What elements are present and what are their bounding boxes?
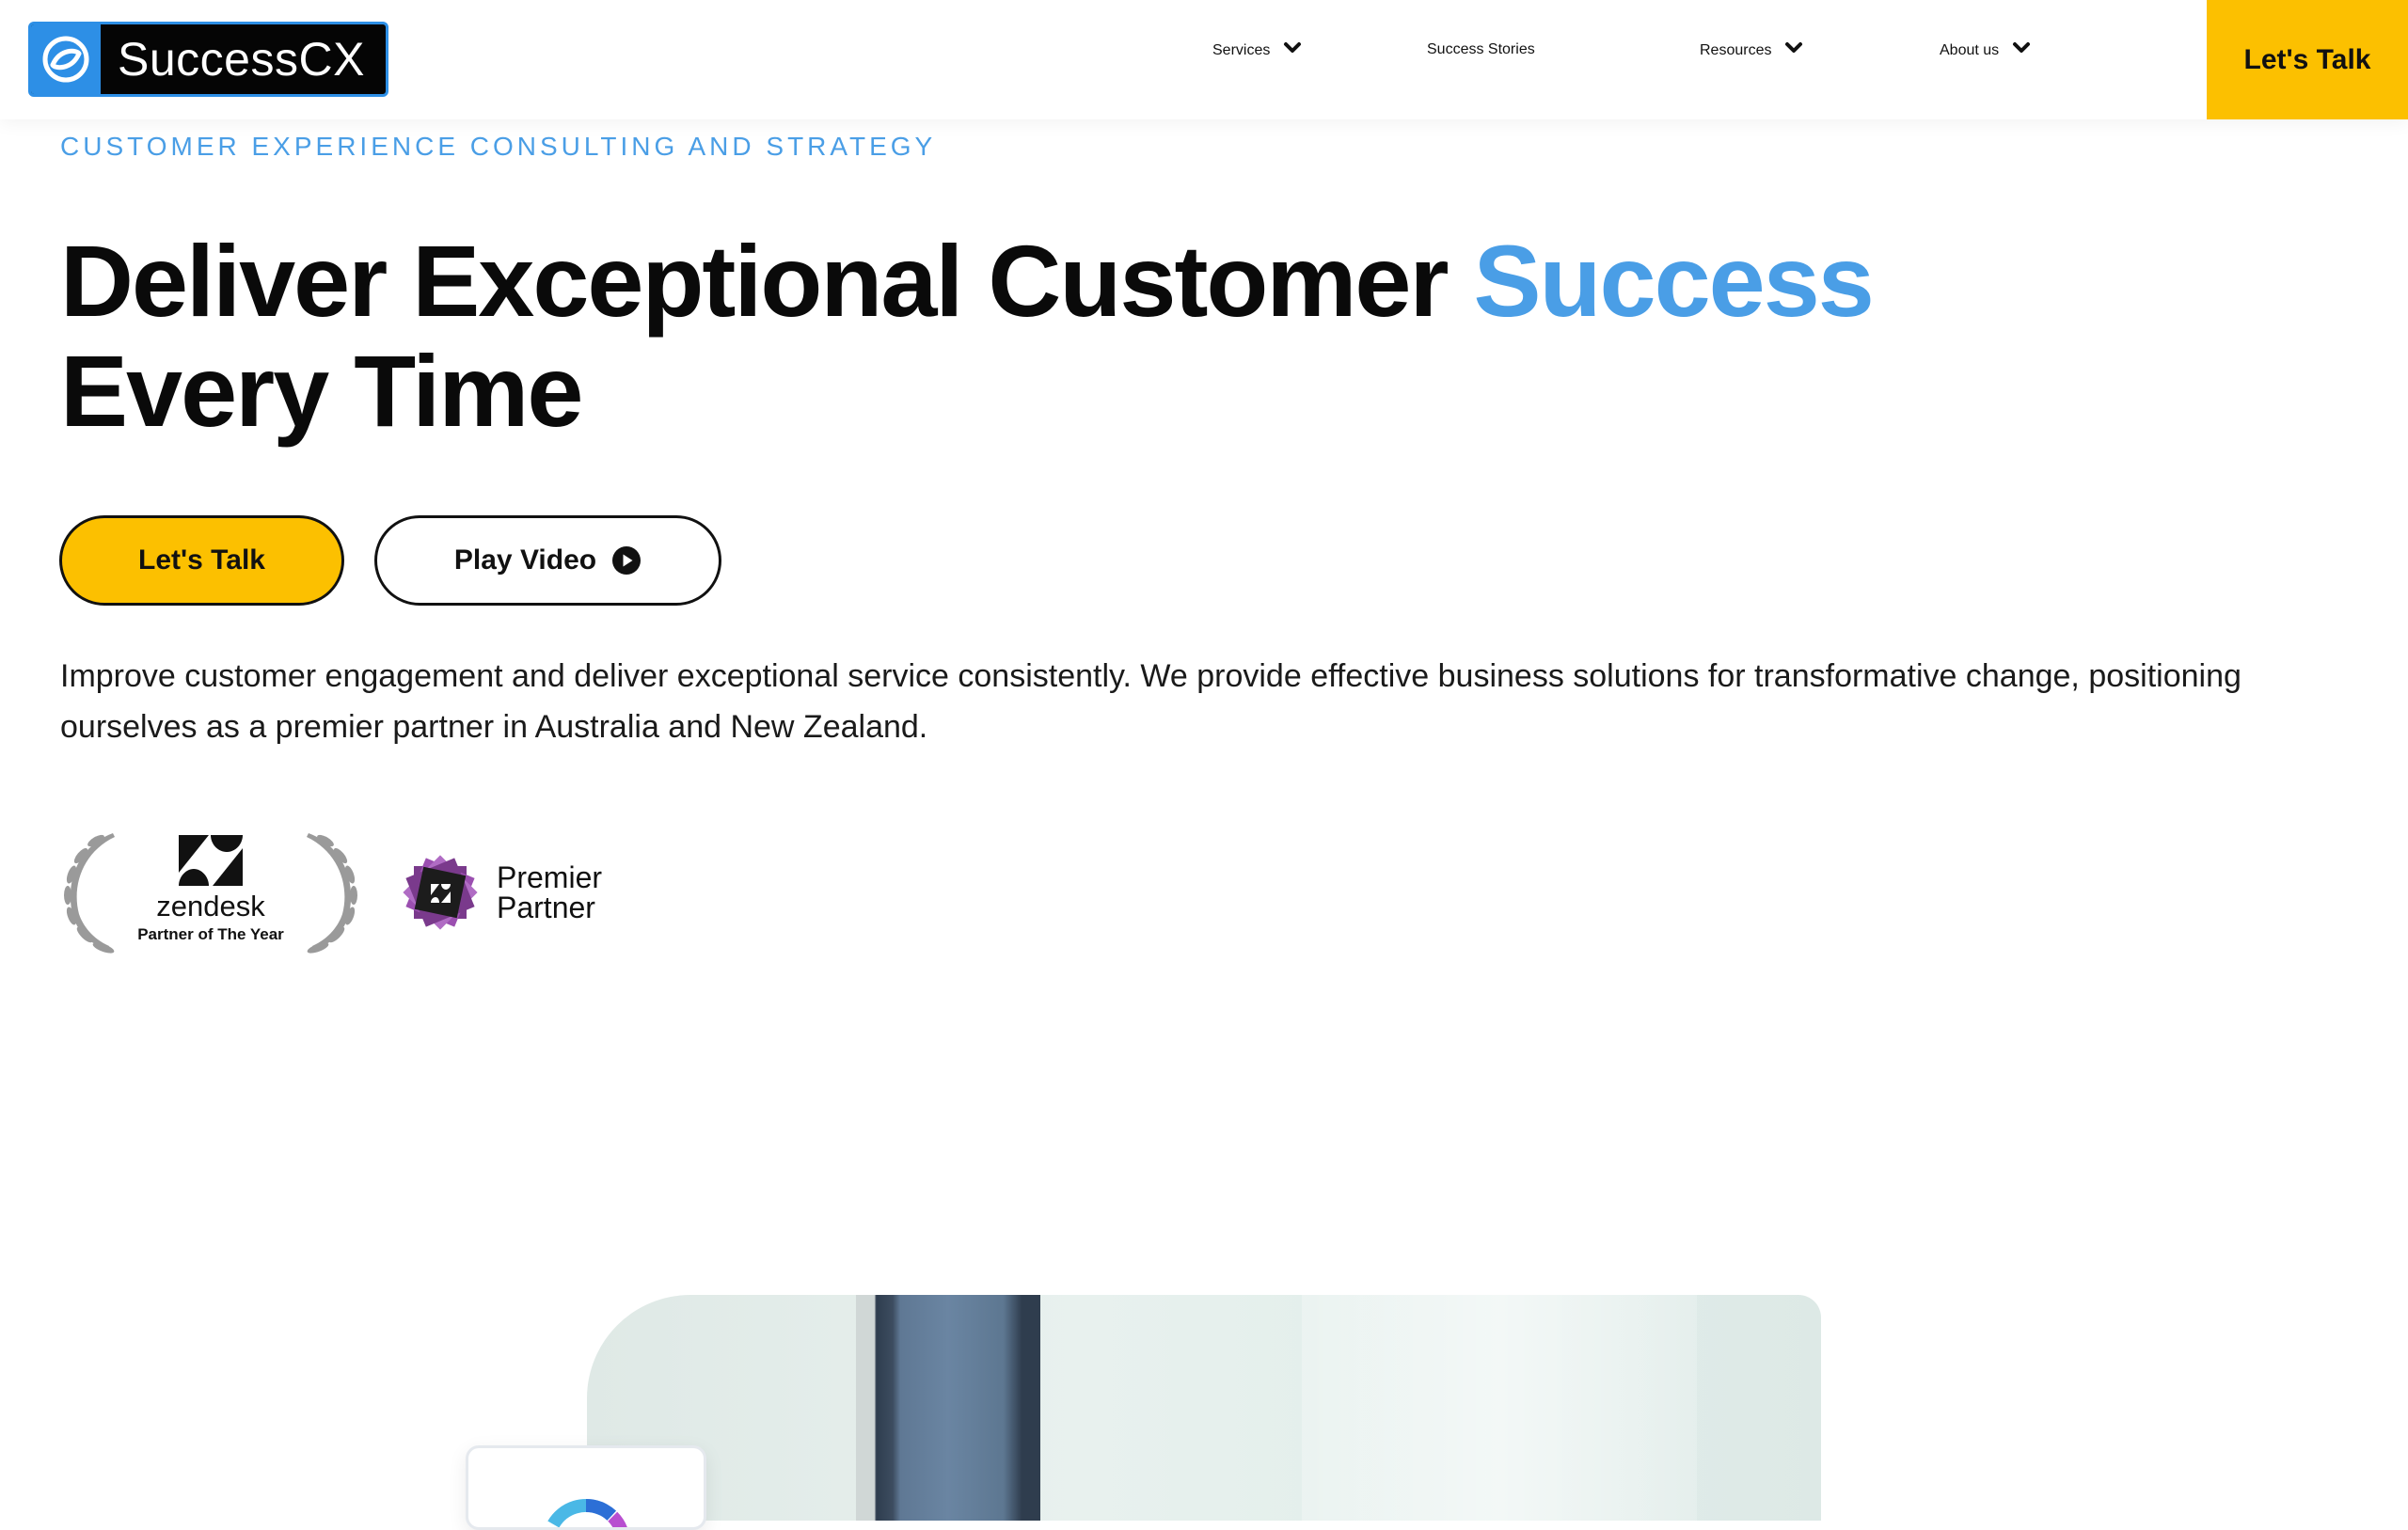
hero-eyebrow: CUSTOMER EXPERIENCE CONSULTING AND STRAT… xyxy=(60,132,937,161)
nav-resources[interactable]: Resources xyxy=(1700,41,1803,59)
partner-line: Partner xyxy=(497,891,595,924)
zendesk-partner-of-year-badge: zendesk Partner of The Year xyxy=(58,828,363,955)
zendesk-wordmark: zendesk xyxy=(156,890,265,923)
chevron-down-icon xyxy=(2012,41,2031,59)
floating-stats-card xyxy=(466,1445,706,1530)
hero-office-image xyxy=(587,1295,1821,1521)
logo-wordmark: SuccessCX xyxy=(118,33,365,86)
premier-partner-text: Premier Partner xyxy=(497,862,602,923)
window-frame xyxy=(856,1295,1040,1521)
nav-about-us[interactable]: About us xyxy=(1940,41,2031,59)
zendesk-award-text: Partner of The Year xyxy=(137,925,284,943)
nav-about-us-label: About us xyxy=(1940,41,2000,58)
donut-chart-icon xyxy=(542,1499,630,1527)
hero-lets-talk-label: Let's Talk xyxy=(138,544,265,576)
nav-success-stories[interactable]: Success Stories xyxy=(1427,41,1535,58)
headline-accent: Success xyxy=(1473,224,1875,338)
premier-line: Premier xyxy=(497,860,603,894)
hero-lets-talk-button[interactable]: Let's Talk xyxy=(59,515,344,606)
zendesk-premier-partner-badge: Premier Partner xyxy=(401,850,602,935)
successcx-logo-icon xyxy=(31,24,101,94)
play-circle-icon xyxy=(611,545,642,576)
nav-services[interactable]: Services xyxy=(1212,41,1302,59)
headline-part2: Every Time xyxy=(60,334,583,448)
site-header: SuccessCX Services Success Stories Resou… xyxy=(0,0,2408,119)
nav-services-label: Services xyxy=(1212,41,1271,58)
hero-headline: Deliver Exceptional Customer Success Eve… xyxy=(60,224,1875,448)
headline-part1: Deliver Exceptional Customer xyxy=(60,224,1474,338)
window-light xyxy=(1302,1295,1697,1521)
chevron-down-icon xyxy=(1784,41,1803,59)
site-logo[interactable]: SuccessCX xyxy=(28,22,388,97)
nav-success-stories-label: Success Stories xyxy=(1427,41,1535,57)
play-video-button[interactable]: Play Video xyxy=(374,515,721,606)
chevron-down-icon xyxy=(1283,41,1302,59)
premier-partner-star-icon xyxy=(403,855,478,930)
hero-lead-text: Improve customer engagement and deliver … xyxy=(60,658,2242,745)
header-lets-talk-button[interactable]: Let's Talk xyxy=(2207,0,2408,119)
zendesk-logo-icon xyxy=(179,835,243,886)
play-video-label: Play Video xyxy=(453,544,597,576)
nav-resources-label: Resources xyxy=(1700,41,1772,58)
